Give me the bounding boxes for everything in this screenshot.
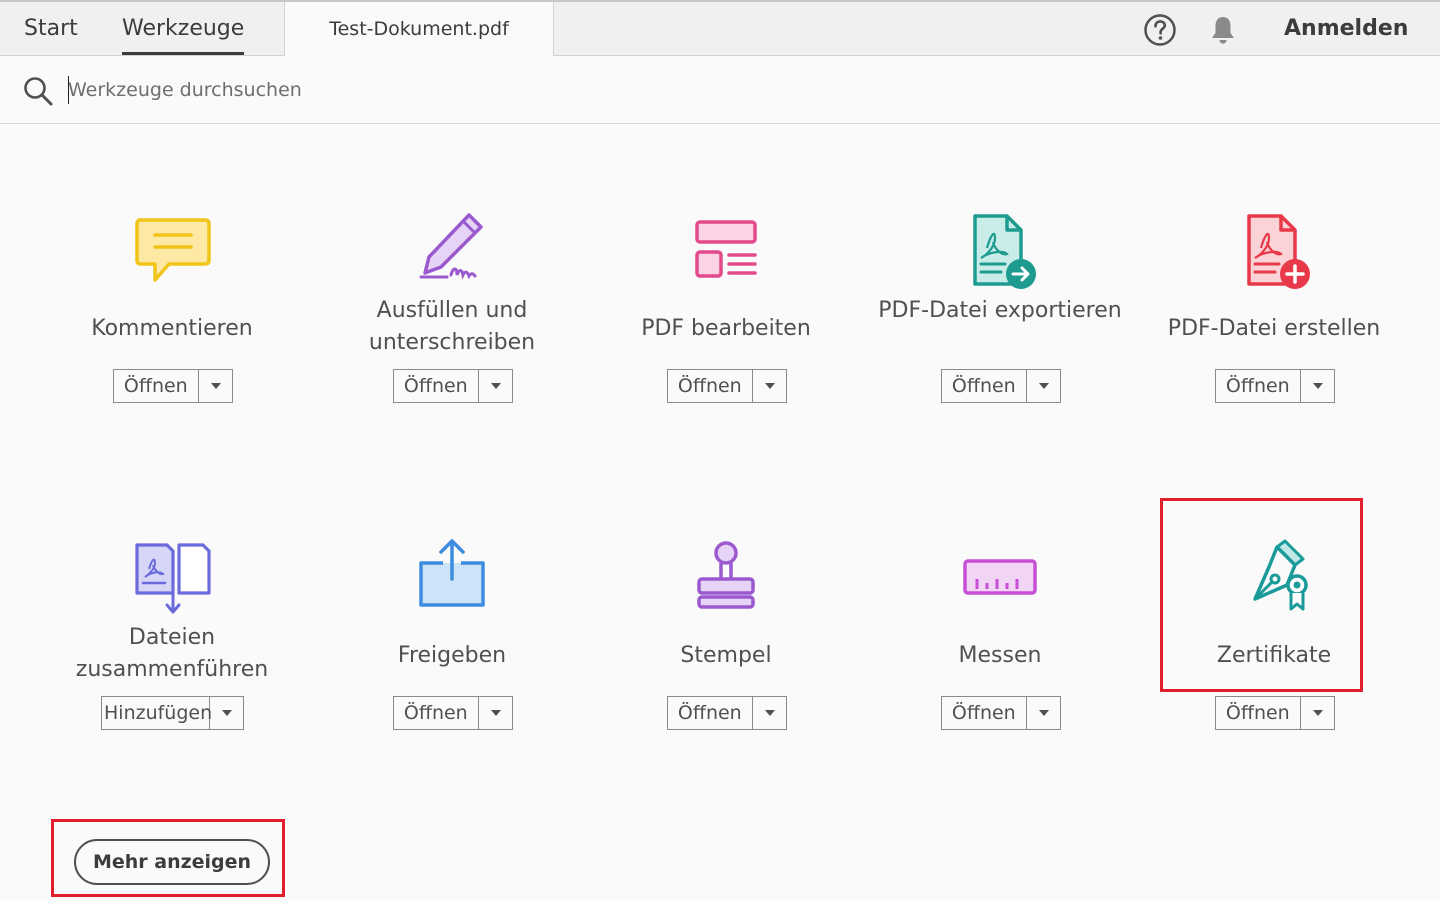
text-caret xyxy=(68,76,69,104)
chevron-down-icon[interactable] xyxy=(753,370,786,402)
search-icon xyxy=(24,77,53,106)
add-button-dateien-zusammenfuehren[interactable]: Hinzufügen xyxy=(102,697,212,729)
fill-sign-icon[interactable] xyxy=(407,205,497,295)
open-button-messen[interactable]: Öffnen xyxy=(942,697,1027,729)
open-dropdown-zertifikate[interactable]: Öffnen xyxy=(1215,696,1335,730)
open-dropdown-kommentieren[interactable]: Öffnen xyxy=(113,369,233,403)
search-bar xyxy=(0,56,1440,124)
tool-card-ausfuellen: Ausfüllen und unterschreiben Öffnen xyxy=(327,200,577,410)
open-button-zertifikate[interactable]: Öffnen xyxy=(1216,697,1301,729)
chevron-down-icon[interactable] xyxy=(210,697,243,729)
tool-card-pdf-exportieren: PDF-Datei exportieren Öffnen xyxy=(875,200,1125,410)
chevron-down-icon[interactable] xyxy=(479,370,512,402)
combine-files-icon[interactable] xyxy=(127,535,217,625)
open-button-pdf-bearbeiten[interactable]: Öffnen xyxy=(668,370,753,402)
open-dropdown-messen[interactable]: Öffnen xyxy=(941,696,1061,730)
tool-card-pdf-bearbeiten: PDF bearbeiten Öffnen xyxy=(601,200,851,410)
open-dropdown-pdf-bearbeiten[interactable]: Öffnen xyxy=(667,369,787,403)
add-dropdown-dateien-zusammenfuehren[interactable]: Hinzufügen xyxy=(101,696,244,730)
tool-label-messen: Messen xyxy=(958,643,1042,668)
tool-label-ausfuellen: Ausfüllen und unterschreiben xyxy=(368,298,536,355)
open-button-ausfuellen[interactable]: Öffnen xyxy=(394,370,479,402)
chevron-down-icon[interactable] xyxy=(199,370,232,402)
open-dropdown-freigeben[interactable]: Öffnen xyxy=(393,696,513,730)
tool-card-stempel: Stempel Öffnen xyxy=(601,527,851,737)
tool-card-dateien-zusammenfuehren: Dateien zusammenführen Hinzufügen xyxy=(47,527,297,737)
tab-werkzeuge-label: Werkzeuge xyxy=(122,16,245,41)
help-icon[interactable] xyxy=(1143,13,1177,47)
comment-icon[interactable] xyxy=(127,210,217,300)
active-tab-underline xyxy=(122,52,245,55)
tool-card-freigeben: Freigeben Öffnen xyxy=(327,527,577,737)
open-dropdown-pdf-exportieren[interactable]: Öffnen xyxy=(941,369,1061,403)
open-dropdown-ausfuellen[interactable]: Öffnen xyxy=(393,369,513,403)
create-pdf-icon[interactable] xyxy=(1229,208,1319,298)
tool-label-pdf-erstellen: PDF-Datei erstellen xyxy=(1167,316,1381,341)
tool-card-messen: Messen Öffnen xyxy=(875,527,1125,737)
share-icon[interactable] xyxy=(407,533,497,623)
tool-label-pdf-exportieren: PDF-Datei exportieren xyxy=(878,298,1122,323)
chevron-down-icon[interactable] xyxy=(1027,370,1060,402)
chevron-down-icon[interactable] xyxy=(1301,697,1334,729)
tab-werkzeuge[interactable]: Werkzeuge xyxy=(122,2,245,56)
document-tab[interactable]: Test-Dokument.pdf xyxy=(284,2,554,57)
highlight-box-zertifikate xyxy=(1160,498,1363,692)
measure-icon[interactable] xyxy=(955,535,1045,625)
tool-label-pdf-bearbeiten: PDF bearbeiten xyxy=(641,316,811,341)
signin-button[interactable]: Anmelden xyxy=(1284,2,1408,56)
tool-label-stempel: Stempel xyxy=(680,643,772,668)
tool-label-dateien-zusammenfuehren: Dateien zusammenführen xyxy=(75,625,269,682)
open-button-kommentieren[interactable]: Öffnen xyxy=(114,370,199,402)
chevron-down-icon[interactable] xyxy=(1301,370,1334,402)
tab-start[interactable]: Start xyxy=(24,2,78,56)
search-input[interactable] xyxy=(68,74,668,106)
show-more-button[interactable]: Mehr anzeigen xyxy=(74,839,270,885)
open-dropdown-stempel[interactable]: Öffnen xyxy=(667,696,787,730)
bell-icon[interactable] xyxy=(1208,14,1238,46)
export-pdf-icon[interactable] xyxy=(955,208,1045,298)
open-button-stempel[interactable]: Öffnen xyxy=(668,697,753,729)
tool-card-pdf-erstellen: PDF-Datei erstellen Öffnen xyxy=(1149,200,1399,410)
open-button-freigeben[interactable]: Öffnen xyxy=(394,697,479,729)
chevron-down-icon[interactable] xyxy=(479,697,512,729)
stamp-icon[interactable] xyxy=(681,535,771,625)
open-button-pdf-erstellen[interactable]: Öffnen xyxy=(1216,370,1301,402)
tool-label-kommentieren: Kommentieren xyxy=(91,316,253,341)
chevron-down-icon[interactable] xyxy=(1027,697,1060,729)
tool-label-freigeben: Freigeben xyxy=(397,643,507,668)
open-button-pdf-exportieren[interactable]: Öffnen xyxy=(942,370,1027,402)
top-bar: Start Werkzeuge Test-Dokument.pdf Anmeld… xyxy=(0,0,1440,57)
edit-pdf-icon[interactable] xyxy=(681,208,771,298)
chevron-down-icon[interactable] xyxy=(753,697,786,729)
open-dropdown-pdf-erstellen[interactable]: Öffnen xyxy=(1215,369,1335,403)
tool-card-kommentieren: Kommentieren Öffnen xyxy=(47,200,297,410)
